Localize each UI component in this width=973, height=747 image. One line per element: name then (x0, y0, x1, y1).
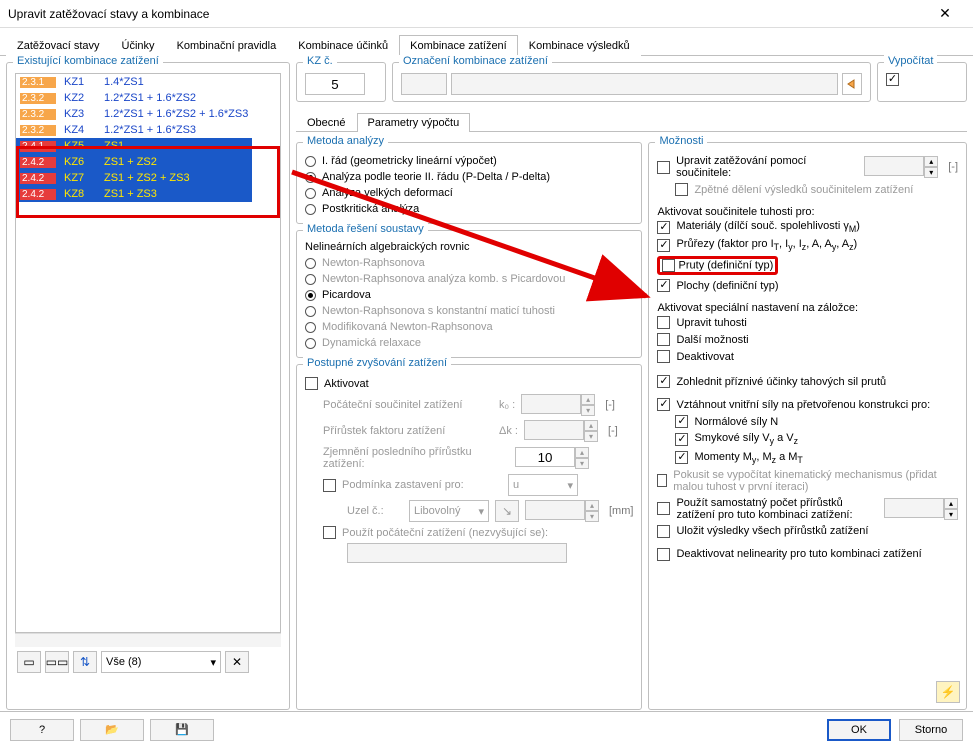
increment-activate[interactable]: Aktivovat (305, 375, 633, 392)
kz-no-label: KZ č. (303, 55, 337, 67)
solver-radio-6: Dynamická relaxace (305, 335, 633, 351)
pick-name-button[interactable] (842, 73, 862, 95)
filter-combo[interactable]: Vše (8)▾ (101, 651, 221, 673)
analysis-title: Metoda analýzy (303, 135, 388, 147)
combo-name-label: Označení kombinace zatížení (399, 55, 552, 67)
node-val-input (525, 500, 585, 520)
opt-s2[interactable]: Další možnosti (657, 331, 958, 348)
filter-combo-label: Vše (8) (106, 656, 141, 668)
opt-sep[interactable]: Použít samostatný počet přírůstků zatíže… (657, 495, 958, 523)
opt-internal-v[interactable]: Smykové síly Vy a Vz (675, 430, 958, 448)
tab-kombinacni-pravidla[interactable]: Kombinační pravidla (166, 35, 288, 56)
table-row[interactable]: 2.3.1KZ11.4*ZS1 (16, 74, 252, 90)
solver-radio-4: Newton-Raphsonova s konstantní maticí tu… (305, 303, 633, 319)
combo-name-input[interactable] (451, 73, 838, 95)
spec-title: Aktivovat speciální nastavení na záložce… (657, 302, 958, 314)
opt-modify[interactable]: Upravit zatěžování pomocí součinitele: ▴… (657, 153, 958, 181)
combo-grid[interactable]: 2.3.1KZ11.4*ZS12.3.2KZ21.2*ZS1 + 1.6*ZS2… (15, 73, 281, 633)
table-row[interactable]: 2.3.2KZ31.2*ZS1 + 1.6*ZS2 + 1.6*ZS3 (16, 106, 252, 122)
table-row[interactable]: 2.4.1KZ5ZS1 (16, 138, 252, 154)
tab-kombinace-ucinku[interactable]: Kombinace účinků (287, 35, 399, 56)
tab-ucinky[interactable]: Účinky (111, 35, 166, 56)
tab-kombinace-vysledku[interactable]: Kombinace výsledků (518, 35, 641, 56)
left-box-title: Existující kombinace zatížení (13, 55, 163, 67)
opt-s1[interactable]: Upravit tuhosti (657, 314, 958, 331)
opt-materials[interactable]: Materiály (dílčí souč. spolehlivosti γM) (657, 218, 958, 236)
opt-members[interactable]: Pruty (definiční typ) (657, 254, 958, 277)
opt-deact[interactable]: Deaktivovat nelinearity pro tuto kombina… (657, 546, 958, 563)
refine-input[interactable] (515, 447, 575, 467)
cancel-button[interactable]: Storno (899, 719, 963, 741)
copy-button[interactable]: ▭▭ (45, 651, 69, 673)
analysis-radio-2[interactable]: Analýza podle teorie II. řádu (P-Delta /… (305, 169, 633, 185)
folder-button[interactable]: 📂 (80, 719, 144, 741)
dk-input (524, 420, 584, 440)
tab-kombinace-zatizeni[interactable]: Kombinace zatížení (399, 35, 518, 56)
opt-surfaces[interactable]: Plochy (definiční typ) (657, 277, 958, 294)
ok-button[interactable]: OK (827, 719, 891, 741)
reuse-field (347, 543, 567, 563)
node-pick-icon: ↘ (495, 500, 519, 522)
opt-kin: Pokusit se vypočítat kinematický mechani… (657, 467, 958, 495)
tab-zatezovaci-stavy[interactable]: Zatěžovací stavy (6, 35, 111, 56)
node-combo: Libovolný▾ (409, 500, 489, 522)
solver-subtitle: Nelineárních algebraických rovnic (305, 241, 633, 253)
stiff-title: Aktivovat součinitele tuhosti pro: (657, 206, 958, 218)
analysis-radio-1[interactable]: I. řád (geometricky lineární výpočet) (305, 153, 633, 169)
subtab-parametry[interactable]: Parametry výpočtu (357, 113, 471, 132)
calc-label: Vypočítat (884, 55, 937, 67)
table-row[interactable]: 2.3.2KZ21.2*ZS1 + 1.6*ZS2 (16, 90, 252, 106)
solver-radio-3[interactable]: Picardova (305, 287, 633, 303)
opt-tension[interactable]: Zohlednit příznivé účinky tahových sil p… (657, 373, 958, 390)
sort-button[interactable]: ⇅ (73, 651, 97, 673)
save-button[interactable]: 💾 (150, 719, 214, 741)
calc-checkbox[interactable] (886, 73, 899, 86)
solver-radio-2: Newton-Raphsonova analýza komb. s Picard… (305, 271, 633, 287)
k0-input (521, 394, 581, 414)
increment-title: Postupné zvyšování zatížení (303, 357, 451, 369)
combo-name-prefix[interactable] (401, 73, 447, 95)
close-button[interactable]: ✕ (925, 5, 965, 22)
opt-internal[interactable]: Vztáhnout vnitřní síly na přetvořenou ko… (657, 396, 958, 413)
solver-radio-5: Modifikovaná Newton-Raphsonova (305, 319, 633, 335)
opt-s3[interactable]: Deaktivovat (657, 348, 958, 365)
options-title: Možnosti (655, 135, 707, 147)
kz-no-input[interactable] (305, 73, 365, 95)
solver-radio-1: Newton-Raphsonova (305, 255, 633, 271)
help-button[interactable]: ? (10, 719, 74, 741)
delete-button[interactable]: ✕ (225, 651, 249, 673)
main-tabbar: Zatěžovací stavy Účinky Kombinační pravi… (0, 28, 973, 56)
opt-internal-n[interactable]: Normálové síly N (675, 413, 958, 430)
table-row[interactable]: 2.4.2KZ8ZS1 + ZS3 (16, 186, 252, 202)
window-title: Upravit zatěžovací stavy a kombinace (8, 7, 209, 21)
table-row[interactable]: 2.3.2KZ41.2*ZS1 + 1.6*ZS3 (16, 122, 252, 138)
opt-sections[interactable]: Průřezy (faktor pro IT, Iy, Iz, A, Ay, A… (657, 236, 958, 254)
solver-title: Metoda řešení soustavy (303, 223, 428, 235)
quick-calc-button[interactable]: ⚡ (936, 681, 960, 703)
stop-combo: u▾ (508, 474, 578, 496)
new-button[interactable]: ▭ (17, 651, 41, 673)
analysis-radio-3[interactable]: Analýza velkých deformací (305, 185, 633, 201)
analysis-radio-4[interactable]: Postkritická analýza (305, 201, 633, 217)
table-row[interactable]: 2.4.2KZ7ZS1 + ZS2 + ZS3 (16, 170, 252, 186)
table-row[interactable]: 2.4.2KZ6ZS1 + ZS2 (16, 154, 252, 170)
opt-save[interactable]: Uložit výsledky všech přírůstků zatížení (657, 523, 958, 540)
opt-internal-m[interactable]: Momenty My, Mz a MT (675, 449, 958, 467)
subtab-obecne[interactable]: Obecné (296, 113, 357, 132)
